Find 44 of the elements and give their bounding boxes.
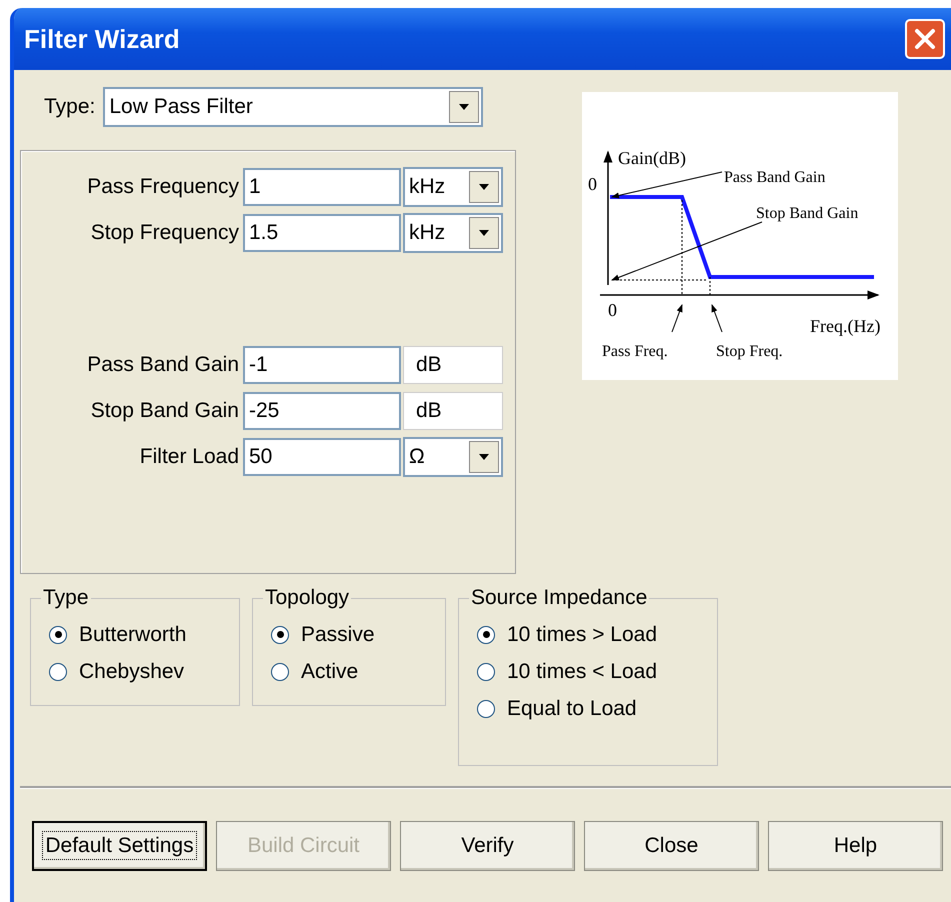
field-label: Stop Frequency — [90, 221, 240, 245]
leader-line — [712, 304, 722, 332]
radio-option[interactable]: Active — [271, 653, 435, 690]
annotation-label: Pass Freq. — [602, 343, 668, 360]
dialog-button[interactable]: Close — [584, 821, 759, 871]
radio-option[interactable]: Chebyshev — [49, 653, 229, 690]
annotation-label: Stop Freq. — [716, 343, 783, 360]
radio-option[interactable]: 10 times < Load — [477, 653, 707, 690]
radio-option[interactable]: Passive — [271, 616, 435, 653]
unit-dropdown[interactable]: Ω — [403, 437, 503, 477]
unit-field: dB — [403, 392, 503, 430]
group-title: Topology — [264, 586, 350, 610]
radio-option[interactable]: Equal to Load — [477, 690, 707, 727]
radio-option[interactable]: Butterworth — [49, 616, 229, 653]
close-icon — [912, 26, 938, 52]
field-label: Stop Band Gain — [90, 399, 240, 423]
dialog-button[interactable]: Help — [768, 821, 943, 871]
field-label: Pass Band Gain — [86, 353, 240, 377]
annotation-label: Pass Band Gain — [724, 169, 826, 186]
dialog-button[interactable]: Default Settings — [32, 821, 207, 871]
group-title: Type — [42, 586, 90, 610]
type-label: Type: — [44, 95, 96, 119]
input-field[interactable]: 50 — [243, 438, 401, 476]
axis-label: Freq.(Hz) — [810, 316, 880, 336]
filter-type-dropdown[interactable]: Low Pass Filter — [103, 87, 484, 127]
annotation-label: Stop Band Gain — [756, 205, 858, 222]
leader-line — [672, 304, 682, 332]
axis-label: Gain(dB) — [618, 148, 686, 168]
field-label: Filter Load — [138, 445, 240, 469]
field-label: Pass Frequency — [86, 175, 240, 199]
input-field[interactable]: -1 — [243, 346, 401, 384]
tick-label: 0 — [608, 300, 617, 320]
input-field[interactable]: 1.5 — [243, 214, 401, 252]
close-button[interactable] — [905, 19, 945, 59]
input-field[interactable]: 1 — [243, 168, 401, 206]
radio-option[interactable]: 10 times > Load — [477, 616, 707, 653]
input-field[interactable]: -25 — [243, 392, 401, 430]
group-title: Source Impedance — [470, 586, 648, 610]
unit-dropdown[interactable]: kHz — [403, 213, 503, 253]
unit-dropdown[interactable]: kHz — [403, 167, 503, 207]
unit-field: dB — [403, 346, 503, 384]
window-title: Filter Wizard — [24, 24, 181, 54]
dialog-button[interactable]: Verify — [400, 821, 575, 871]
tick-label: 0 — [588, 174, 597, 194]
